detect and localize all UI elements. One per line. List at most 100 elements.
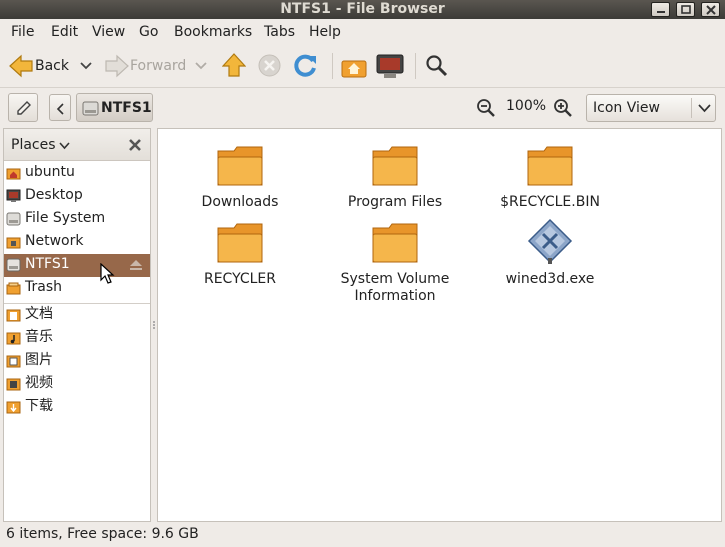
select-divider bbox=[691, 98, 692, 118]
file-name: wined3d.exe bbox=[505, 271, 595, 287]
forward-button[interactable]: Forward bbox=[104, 50, 186, 82]
location-bar: NTFS1 100% Icon View bbox=[0, 88, 725, 126]
chevron-left-icon bbox=[56, 103, 64, 115]
sidebar-item-label: 图片 bbox=[25, 352, 53, 368]
sidebar-item-label: ubuntu bbox=[25, 164, 75, 180]
sidebar: Places ubuntu Desktop File System Networ… bbox=[3, 128, 151, 522]
menu-tabs[interactable]: Tabs bbox=[264, 24, 295, 41]
drive-icon bbox=[6, 212, 21, 226]
forward-history-chevron-icon[interactable] bbox=[195, 61, 207, 71]
sidebar-item-trash[interactable]: Trash bbox=[4, 277, 150, 300]
sidebar-item-ubuntu[interactable]: ubuntu bbox=[4, 162, 150, 185]
places-dropdown[interactable]: Places bbox=[11, 137, 56, 153]
search-icon[interactable] bbox=[425, 54, 449, 78]
file-item[interactable]: Downloads bbox=[175, 145, 305, 220]
reload-icon[interactable] bbox=[293, 53, 318, 78]
maximize-button[interactable] bbox=[676, 2, 695, 17]
back-arrow-icon bbox=[9, 54, 33, 78]
back-history-chevron-icon[interactable] bbox=[80, 61, 92, 71]
file-name: Program Files bbox=[347, 194, 443, 210]
menu-go[interactable]: Go bbox=[139, 24, 158, 41]
file-item[interactable]: $RECYCLE.BIN bbox=[485, 145, 615, 220]
menu-bookmarks[interactable]: Bookmarks bbox=[174, 24, 252, 41]
crumb-scroll-left-button[interactable] bbox=[49, 94, 71, 121]
folder-icon bbox=[217, 223, 263, 263]
back-label: Back bbox=[35, 58, 69, 74]
zoom-level[interactable]: 100% bbox=[506, 98, 546, 114]
file-name: RECYCLER bbox=[203, 271, 277, 287]
sidebar-item-label: Desktop bbox=[25, 187, 83, 203]
menu-help[interactable]: Help bbox=[309, 24, 341, 41]
toolbar-separator bbox=[415, 53, 416, 79]
sidebar-item-label: Trash bbox=[25, 279, 62, 295]
eject-icon[interactable] bbox=[129, 259, 143, 271]
splitter-grip-icon bbox=[153, 321, 155, 329]
pictures-folder-icon bbox=[6, 355, 21, 368]
edit-location-button[interactable] bbox=[8, 93, 38, 122]
music-folder-icon bbox=[6, 332, 21, 345]
folder-icon bbox=[372, 146, 418, 186]
chevron-down-icon bbox=[698, 104, 711, 113]
home-icon bbox=[6, 168, 21, 180]
sidebar-item-label: 音乐 bbox=[25, 329, 53, 345]
computer-icon[interactable] bbox=[376, 53, 404, 79]
back-button[interactable]: Back bbox=[8, 50, 69, 82]
file-item[interactable]: Program Files bbox=[330, 145, 460, 220]
close-button[interactable] bbox=[701, 2, 720, 17]
file-item[interactable]: RECYCLER bbox=[175, 222, 305, 297]
maximize-icon bbox=[681, 5, 691, 14]
sidebar-item-file-system[interactable]: File System bbox=[4, 208, 150, 231]
crumb-label: NTFS1 bbox=[101, 100, 152, 116]
sidebar-item-bookmark[interactable]: 图片 bbox=[4, 350, 150, 373]
file-name: $RECYCLE.BIN bbox=[500, 194, 600, 210]
window-title: NTFS1 - File Browser bbox=[280, 1, 445, 17]
view-mode-select[interactable]: Icon View bbox=[586, 94, 716, 122]
sidebar-item-bookmark[interactable]: 文档 bbox=[4, 304, 150, 327]
up-arrow-icon[interactable] bbox=[222, 53, 246, 77]
network-icon bbox=[6, 237, 21, 249]
sidebar-item-label: Network bbox=[25, 233, 84, 249]
toolbar: Back Forward bbox=[0, 45, 725, 88]
sidebar-item-bookmark[interactable]: 音乐 bbox=[4, 327, 150, 350]
drive-icon bbox=[6, 258, 21, 272]
status-bar: 6 items, Free space: 9.6 GB bbox=[0, 522, 725, 547]
file-name: Downloads bbox=[201, 194, 279, 210]
sidebar-item-bookmark[interactable]: 下载 bbox=[4, 396, 150, 419]
videos-folder-icon bbox=[6, 378, 21, 391]
zoom-out-icon[interactable] bbox=[476, 98, 496, 118]
menu-view[interactable]: View bbox=[92, 24, 125, 41]
mouse-pointer-icon bbox=[100, 263, 115, 284]
pencil-icon bbox=[17, 101, 31, 115]
desktop-icon bbox=[6, 189, 21, 202]
sidebar-item-desktop[interactable]: Desktop bbox=[4, 185, 150, 208]
downloads-folder-icon bbox=[6, 401, 21, 414]
menu-file[interactable]: File bbox=[11, 24, 34, 41]
sidebar-item-bookmark[interactable]: 视频 bbox=[4, 373, 150, 396]
close-sidebar-icon[interactable] bbox=[128, 138, 142, 152]
home-folder-icon[interactable] bbox=[341, 54, 367, 78]
folder-icon bbox=[217, 146, 263, 186]
trash-icon bbox=[6, 282, 21, 295]
crumb-ntfs1-button[interactable]: NTFS1 bbox=[76, 93, 153, 122]
file-item[interactable]: System Volume Information bbox=[330, 222, 460, 314]
stop-icon[interactable] bbox=[258, 54, 281, 77]
file-item[interactable]: wined3d.exe bbox=[485, 218, 615, 293]
sidebar-item-label: NTFS1 bbox=[25, 256, 70, 272]
sidebar-item-label: File System bbox=[25, 210, 106, 226]
sidebar-item-label: 下载 bbox=[25, 398, 53, 414]
menu-edit[interactable]: Edit bbox=[51, 24, 78, 41]
folder-icon bbox=[527, 146, 573, 186]
sidebar-header: Places bbox=[4, 129, 150, 161]
minimize-button[interactable] bbox=[651, 2, 670, 17]
sidebar-item-ntfs1[interactable]: NTFS1 bbox=[4, 254, 150, 277]
chevron-down-icon[interactable] bbox=[59, 142, 70, 150]
forward-label: Forward bbox=[130, 58, 187, 74]
file-name: System Volume Information bbox=[340, 271, 450, 304]
minimize-icon bbox=[657, 11, 665, 13]
zoom-in-icon[interactable] bbox=[553, 98, 573, 118]
sidebar-item-network[interactable]: Network bbox=[4, 231, 150, 254]
close-icon bbox=[706, 5, 716, 15]
status-text: 6 items, Free space: 9.6 GB bbox=[6, 526, 199, 542]
menu-bar: File Edit View Go Bookmarks Tabs Help bbox=[0, 19, 725, 45]
view-mode-value: Icon View bbox=[593, 100, 660, 116]
